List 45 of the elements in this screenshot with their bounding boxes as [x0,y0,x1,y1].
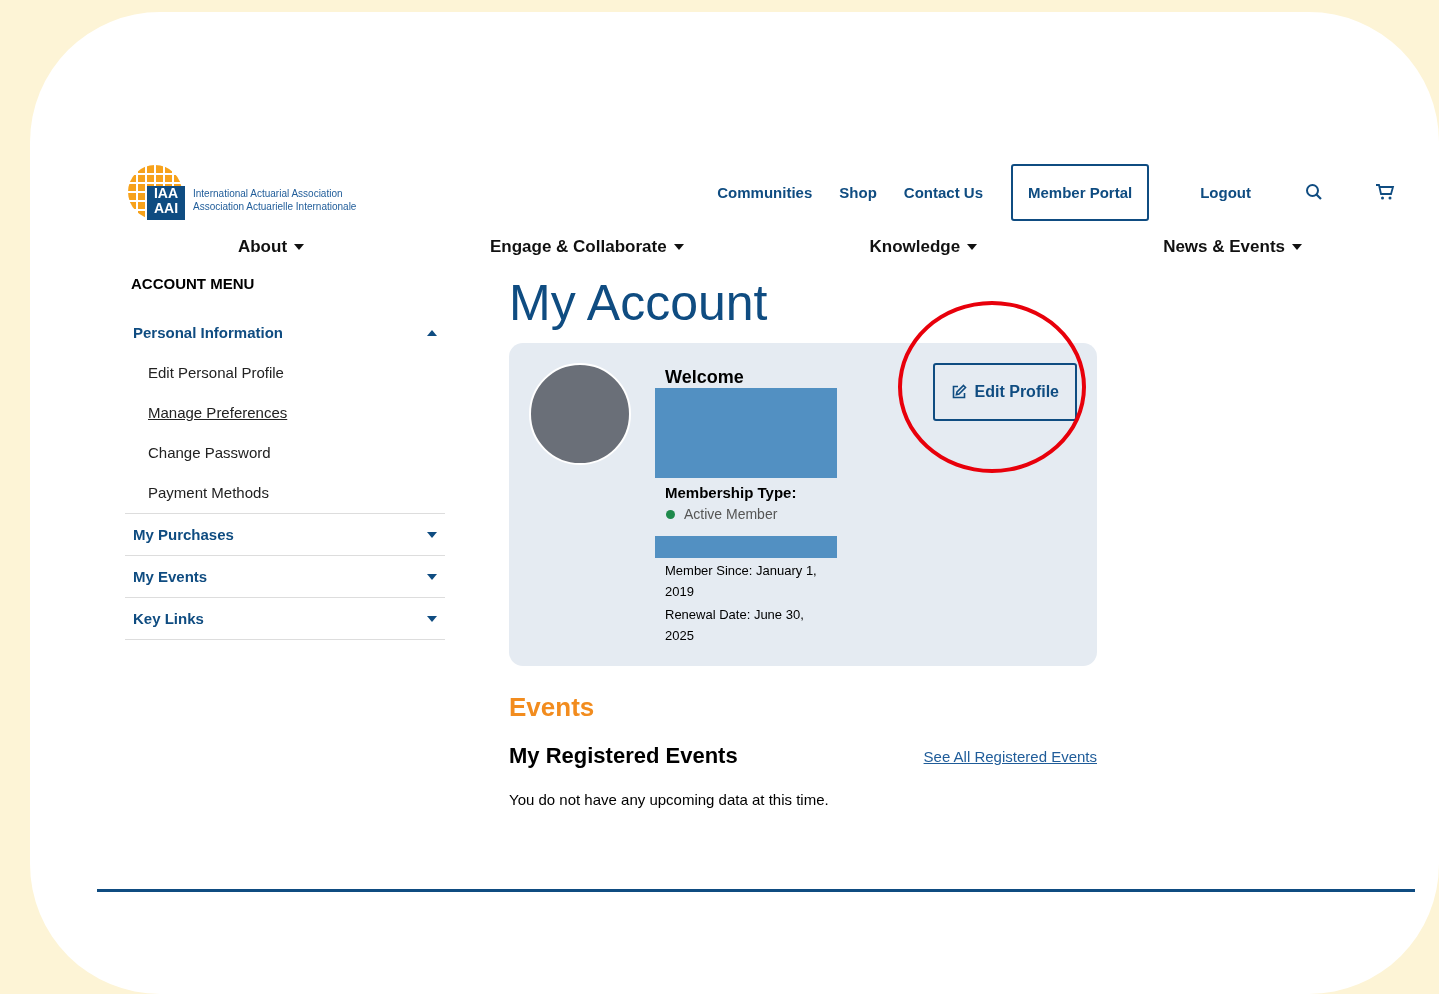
main-nav-menu[interactable]: Knowledge [869,237,961,257]
caret-down-icon[interactable] [427,615,437,622]
member-portal-button[interactable]: Member Portal [1011,163,1150,221]
renewal-date-text: Renewal Date: June 30, 2025 [664,606,805,645]
logo-text: Association Actuarielle Internationale [193,200,357,213]
sidebar-title: ACCOUNT MENU [130,275,256,292]
edit-profile-button[interactable]: Edit Profile [932,363,1077,421]
sidebar-link[interactable]: Edit Personal Profile [125,353,445,393]
caret-down-icon[interactable] [967,244,978,250]
sidebar-link[interactable]: Change Password [125,433,445,473]
sidebar-link[interactable]: Payment Methods [125,473,445,513]
top-nav-link[interactable]: Communities [717,183,813,201]
sidebar-section-link[interactable]: Key Links [133,610,204,627]
events-heading: Events [509,692,596,723]
member-since-text: Member Since: January 1, 2019 [664,562,818,601]
registered-events-heading: My Registered Events [509,743,738,769]
caret-down-icon[interactable] [1292,244,1302,250]
caret-down-icon[interactable] [294,244,305,250]
edit-icon [950,384,967,400]
membership-type-label: Membership Type: [664,484,798,501]
status-text: Active Member [684,506,778,522]
empty-events-message: You do not have any upcoming data at this time. [509,791,830,808]
logo-globe-icon [125,164,185,220]
see-all-events-link[interactable]: See All Registered Events [923,747,1097,765]
search-icon[interactable] [1305,183,1323,201]
sidebar-section-link[interactable]: Personal Information [133,324,284,341]
logo-mark: AAI [153,201,179,216]
caret-down-icon[interactable] [427,531,437,538]
sidebar-section-link[interactable]: My Purchases [133,526,234,543]
sidebar-section-link[interactable]: My Events [133,568,208,585]
top-nav-link[interactable]: Shop [839,183,877,201]
main-nav-menu[interactable]: Engage & Collaborate [489,237,667,257]
page-title: My Account [509,275,769,331]
top-nav-link[interactable]: Logout [1200,183,1251,201]
cart-icon[interactable] [1375,183,1395,201]
caret-down-icon[interactable] [427,573,437,580]
main-nav-menu[interactable]: News & Events [1163,237,1285,257]
sidebar-link[interactable]: Manage Preferences [125,393,445,433]
main-nav-menu[interactable]: About [237,237,288,257]
caret-up-icon[interactable] [427,329,437,336]
welcome-heading: Welcome [664,367,745,388]
logo-text: International Actuarial Association [193,187,344,200]
logo-mark: IAA [153,186,179,201]
top-nav-link[interactable]: Contact Us [903,183,983,201]
caret-down-icon[interactable] [673,244,684,250]
